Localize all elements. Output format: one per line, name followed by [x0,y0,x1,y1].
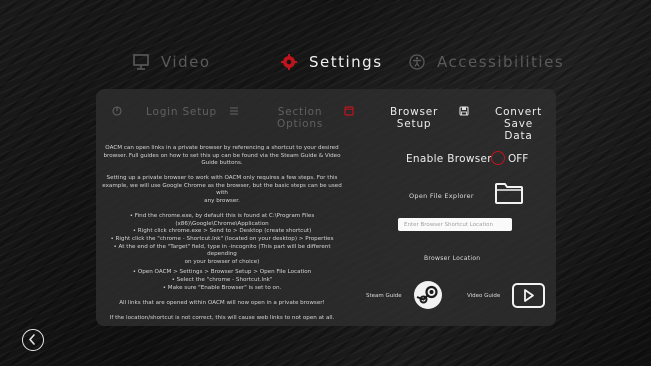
subtab-convert-save-line1: Convert Save [494,106,543,130]
save-icon [459,106,469,119]
tab-settings-label: Settings [309,53,383,71]
enable-browser-state: OFF [508,153,529,165]
result-paragraph: All links that are opened within OACM wi… [119,299,325,306]
play-icon [514,289,543,310]
subtab-login-setup[interactable]: Login Setup [112,106,217,119]
subtab-section-options[interactable]: Section Options [229,106,323,130]
tab-settings[interactable]: Settings [281,46,383,78]
steam-icon [414,285,442,313]
subtab-browser-setup-label: Browser Setup [390,106,438,130]
step-item: on your browser of choice) [184,258,260,265]
subtab-browser-setup[interactable]: Browser Setup [344,106,438,130]
back-arrow-icon [23,334,42,353]
step-item: • Make sure "Enable Browser" is set to o… [162,284,282,291]
step-item: • Find the chrome.exe, by default this i… [129,213,315,220]
subtab-convert-save-line2: Data [504,130,533,142]
step-item: • Right click chrome.exe > Send to > Des… [132,228,312,235]
subtab-section-options-label: Section Options [277,106,323,130]
step-item: • Select the "chrome - Shortcut.lnk" [171,276,273,283]
monitor-icon [133,54,149,70]
subtab-browser-setup-line2: Setup [396,118,432,130]
steam-guide-label: Steam Guide [366,293,402,299]
back-button[interactable] [22,329,44,351]
enable-browser-toggle[interactable] [491,151,505,165]
browser-location-label: Browser Location [424,255,481,262]
setup-paragraph: Setting up a private browser to work wit… [102,175,342,205]
top-navigation: Video Settings Accessibilities [0,46,651,78]
tab-accessibilities-label: Accessibilities [437,53,565,71]
step-item: • Open OACM > Settings > Browser Setup >… [132,269,312,276]
steam-guide-button[interactable] [414,281,442,309]
step-item: • Right click the "chrome - Shortcut.lnk… [110,235,334,242]
browser-shortcut-location-input[interactable] [398,218,512,231]
subtab-browser-setup-line1: Browser [390,106,439,118]
enable-browser-label: Enable Browser [406,153,492,165]
steps-list: • Find the chrome.exe, by default this i… [102,213,342,292]
open-file-explorer-label: Open File Explorer [409,192,474,200]
browser-window-icon [344,106,354,119]
video-guide-label: Video Guide [467,293,501,299]
tab-accessibilities[interactable]: Accessibilities [409,46,564,78]
subtab-login-setup-label: Login Setup [146,106,218,118]
step-item: (x86)\Google\Chrome\Application [175,220,269,227]
warning-paragraph: If the location/shortcut is not correct,… [109,314,335,321]
subtab-section-options-line2: Options [277,118,324,130]
open-file-explorer-button[interactable] [494,181,524,209]
video-guide-button[interactable] [512,283,545,308]
tab-video-label: Video [161,53,211,71]
intro-paragraph: OACM can open links in a private browser… [103,145,341,167]
browser-setup-instructions: OACM can open links in a private browser… [102,145,342,330]
step-item: • At the end of the "Target" field, type… [113,243,331,258]
power-icon [112,106,122,119]
subtab-section-options-line1: Section [277,106,323,118]
gear-icon [281,54,297,70]
menu-icon [229,106,239,119]
tab-video[interactable]: Video [133,46,211,78]
accessibility-icon [409,54,425,70]
subtab-convert-save-data-label: Convert Save Data [481,106,556,142]
subtab-convert-save-data[interactable]: Convert Save Data [459,106,556,142]
settings-panel: Login Setup Section Options Browser Setu… [96,89,556,326]
folder-icon [494,183,524,209]
